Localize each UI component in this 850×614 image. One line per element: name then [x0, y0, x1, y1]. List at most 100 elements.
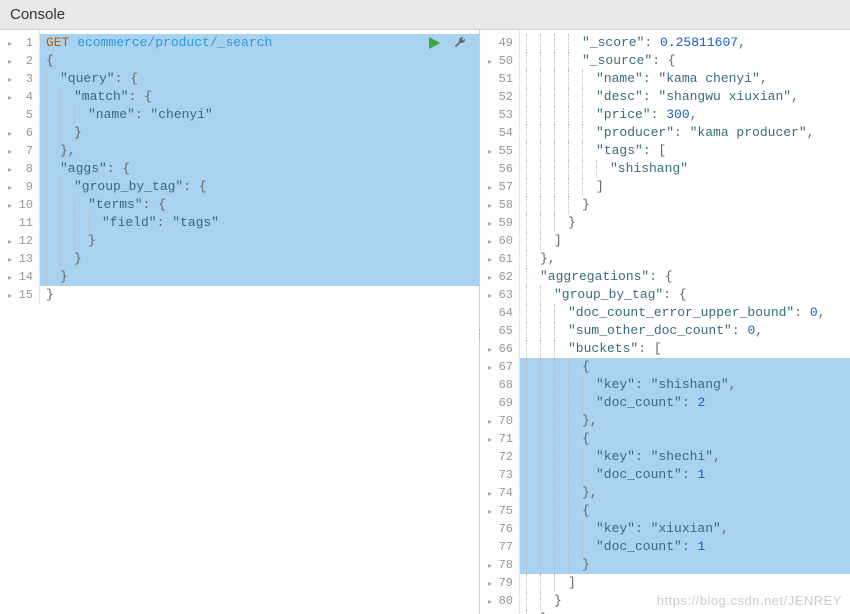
code-line[interactable]: }	[520, 592, 850, 610]
code-line[interactable]: {	[40, 52, 479, 70]
fold-icon[interactable]: ▸	[482, 270, 492, 280]
code-line[interactable]: }	[520, 610, 850, 614]
code-line[interactable]: }	[40, 286, 479, 304]
code-line[interactable]: "tags": [	[520, 142, 850, 160]
code-line[interactable]: GET ecommerce/product/_search	[40, 34, 479, 52]
code-line[interactable]: }	[40, 268, 479, 286]
line-number: 3▸	[0, 70, 39, 88]
code-line[interactable]: "desc": "shangwu xiuxian",	[520, 88, 850, 106]
code-line[interactable]: },	[520, 484, 850, 502]
fold-icon[interactable]: ▸	[2, 144, 12, 154]
line-number: 81▸	[480, 610, 519, 614]
code-line[interactable]: "field": "tags"	[40, 214, 479, 232]
line-gutter[interactable]: 4950▸5152535455▸5657▸58▸59▸60▸61▸62▸63▸6…	[480, 30, 520, 614]
code-line[interactable]: {	[520, 358, 850, 376]
fold-icon[interactable]: ▸	[2, 180, 12, 190]
fold-icon[interactable]: ▸	[482, 486, 492, 496]
fold-icon[interactable]: ▸	[482, 198, 492, 208]
code-line[interactable]: },	[520, 250, 850, 268]
code-line[interactable]: "match": {	[40, 88, 479, 106]
fold-icon[interactable]: ▸	[2, 162, 12, 172]
fold-icon[interactable]: ▸	[482, 414, 492, 424]
fold-icon[interactable]: ▸	[2, 288, 12, 298]
line-number: 79▸	[480, 574, 519, 592]
code-line[interactable]: },	[520, 412, 850, 430]
code-line[interactable]: "_source": {	[520, 52, 850, 70]
code-line[interactable]: "buckets": [	[520, 340, 850, 358]
line-number: 63▸	[480, 286, 519, 304]
fold-icon[interactable]: ▸	[2, 72, 12, 82]
line-number: 7▸	[0, 142, 39, 160]
code-line[interactable]: ]	[520, 574, 850, 592]
fold-icon[interactable]: ▸	[2, 270, 12, 280]
code-line[interactable]: "name": "kama chenyi",	[520, 70, 850, 88]
code-line[interactable]: "sum_other_doc_count": 0,	[520, 322, 850, 340]
code-line[interactable]: "aggs": {	[40, 160, 479, 178]
code-line[interactable]: "doc_count": 1	[520, 466, 850, 484]
line-gutter[interactable]: 1▸2▸3▸4▸56▸7▸8▸9▸10▸1112▸13▸14▸15▸	[0, 30, 40, 304]
code-line[interactable]: "key": "shishang",	[520, 376, 850, 394]
code-line[interactable]: "group_by_tag": {	[40, 178, 479, 196]
fold-icon[interactable]: ▸	[482, 252, 492, 262]
code-line[interactable]: }	[520, 214, 850, 232]
code-line[interactable]: "doc_count": 2	[520, 394, 850, 412]
code-line[interactable]: {	[520, 502, 850, 520]
fold-icon[interactable]: ▸	[2, 54, 12, 64]
line-number: 51	[480, 70, 519, 88]
code-line[interactable]: }	[40, 250, 479, 268]
fold-icon[interactable]: ▸	[482, 432, 492, 442]
code-line[interactable]: ]	[520, 178, 850, 196]
fold-icon[interactable]: ▸	[2, 36, 12, 46]
code-line[interactable]: "group_by_tag": {	[520, 286, 850, 304]
editor-panes: 1▸2▸3▸4▸56▸7▸8▸9▸10▸1112▸13▸14▸15▸ GET e…	[0, 30, 850, 614]
fold-icon[interactable]: ▸	[482, 360, 492, 370]
fold-icon[interactable]: ▸	[2, 252, 12, 262]
response-editor[interactable]: 4950▸5152535455▸5657▸58▸59▸60▸61▸62▸63▸6…	[480, 30, 850, 614]
fold-icon[interactable]: ▸	[482, 342, 492, 352]
fold-icon[interactable]: ▸	[482, 54, 492, 64]
line-number: 68	[480, 376, 519, 394]
line-number: 62▸	[480, 268, 519, 286]
run-icon[interactable]	[427, 36, 441, 50]
line-number: 56	[480, 160, 519, 178]
fold-icon[interactable]: ▸	[482, 144, 492, 154]
fold-icon[interactable]: ▸	[2, 198, 12, 208]
request-editor[interactable]: 1▸2▸3▸4▸56▸7▸8▸9▸10▸1112▸13▸14▸15▸ GET e…	[0, 30, 479, 614]
wrench-icon[interactable]	[453, 36, 467, 50]
code-line[interactable]: "key": "xiuxian",	[520, 520, 850, 538]
code-area[interactable]: "_score": 0.25811607,"_source": {"name":…	[520, 30, 850, 614]
fold-icon[interactable]: ▸	[482, 558, 492, 568]
code-line[interactable]: {	[520, 430, 850, 448]
fold-icon[interactable]: ▸	[482, 180, 492, 190]
line-number: 66▸	[480, 340, 519, 358]
fold-icon[interactable]: ▸	[482, 504, 492, 514]
code-line[interactable]: "shishang"	[520, 160, 850, 178]
code-line[interactable]: },	[40, 142, 479, 160]
code-line[interactable]: "_score": 0.25811607,	[520, 34, 850, 52]
code-line[interactable]: "doc_count": 1	[520, 538, 850, 556]
code-line[interactable]: }	[520, 556, 850, 574]
code-line[interactable]: "aggregations": {	[520, 268, 850, 286]
code-line[interactable]: }	[520, 196, 850, 214]
code-line[interactable]: "key": "shechi",	[520, 448, 850, 466]
request-actions	[427, 36, 467, 50]
fold-icon[interactable]: ▸	[482, 216, 492, 226]
code-line[interactable]: "doc_count_error_upper_bound": 0,	[520, 304, 850, 322]
fold-icon[interactable]: ▸	[2, 90, 12, 100]
fold-icon[interactable]: ▸	[482, 288, 492, 298]
code-line[interactable]: }	[40, 232, 479, 250]
code-area[interactable]: GET ecommerce/product/_search{"query": {…	[40, 30, 479, 304]
fold-icon[interactable]: ▸	[2, 234, 12, 244]
code-line[interactable]: "query": {	[40, 70, 479, 88]
code-line[interactable]: "name": "chenyi"	[40, 106, 479, 124]
fold-icon[interactable]: ▸	[482, 234, 492, 244]
fold-icon[interactable]: ▸	[482, 576, 492, 586]
fold-icon[interactable]: ▸	[482, 594, 492, 604]
code-line[interactable]: "price": 300,	[520, 106, 850, 124]
code-line[interactable]: "producer": "kama producer",	[520, 124, 850, 142]
code-line[interactable]: "terms": {	[40, 196, 479, 214]
code-line[interactable]: }	[40, 124, 479, 142]
fold-icon[interactable]: ▸	[2, 126, 12, 136]
line-number: 53	[480, 106, 519, 124]
code-line[interactable]: ]	[520, 232, 850, 250]
